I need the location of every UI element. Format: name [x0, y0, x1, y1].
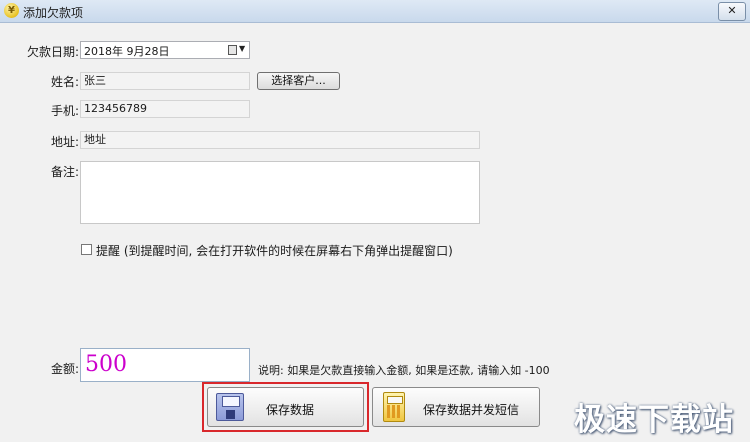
calculator-phone-icon	[383, 392, 405, 422]
address-field[interactable]: 地址	[80, 131, 480, 149]
amount-value: 500	[85, 352, 127, 377]
reminder-label[interactable]: 提醒 (到提醒时间, 会在打开软件的时候在屏幕右下角弹出提醒窗口)	[96, 242, 453, 259]
save-and-sms-button[interactable]: 保存数据并发短信	[372, 387, 540, 427]
notes-label: 备注:	[51, 165, 80, 179]
select-customer-button[interactable]: 选择客户...	[257, 72, 340, 90]
yen-coin-icon: ¥	[4, 3, 19, 18]
reminder-checkbox[interactable]	[81, 244, 92, 255]
save-button[interactable]: 保存数据	[207, 387, 364, 427]
phone-label: 手机:	[51, 104, 80, 118]
amount-hint: 说明: 如果是欠款直接输入金额, 如果是还款, 请输入如 -100	[258, 364, 550, 377]
title-bar: ¥ 添加欠款项 ✕	[0, 0, 750, 23]
name-field[interactable]: 张三	[80, 72, 250, 90]
close-icon: ✕	[727, 4, 737, 17]
address-label: 地址:	[51, 135, 80, 149]
phone-field[interactable]: 123456789	[80, 100, 250, 118]
save-button-label: 保存数据	[266, 403, 315, 417]
watermark-text: 极速下载站	[574, 402, 734, 438]
date-picker[interactable]: 2018年 9月28日 ▼	[80, 41, 250, 59]
date-value: 2018年 9月28日	[84, 45, 170, 58]
amount-label: 金额:	[51, 362, 80, 376]
date-label: 欠款日期:	[27, 45, 80, 59]
name-label: 姓名:	[51, 75, 80, 89]
calendar-icon[interactable]	[228, 45, 237, 55]
amount-input[interactable]: 500	[80, 348, 250, 382]
notes-textarea[interactable]	[80, 161, 480, 224]
add-debt-window: ¥ 添加欠款项 ✕ 欠款日期: 2018年 9月28日 ▼ 姓名: 张三 选择客…	[0, 0, 750, 442]
floppy-disk-icon	[216, 393, 244, 421]
save-and-sms-button-label: 保存数据并发短信	[423, 403, 520, 417]
close-button[interactable]: ✕	[718, 2, 746, 21]
window-title: 添加欠款项	[23, 6, 84, 20]
chevron-down-icon[interactable]: ▼	[239, 44, 245, 53]
